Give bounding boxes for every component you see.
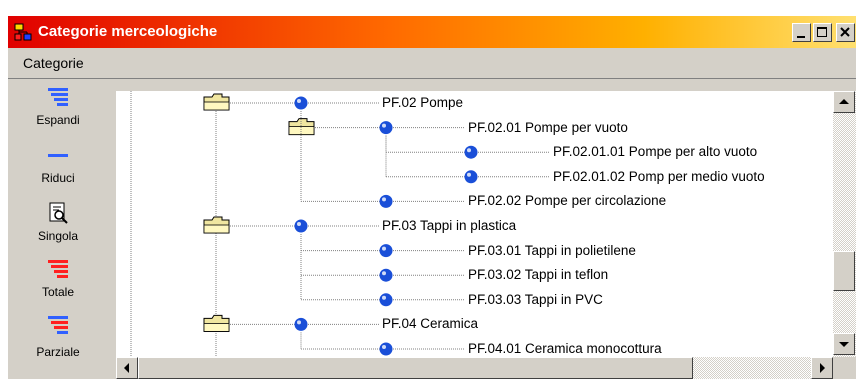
horizontal-scroll-thumb[interactable] (138, 357, 693, 379)
partial-icon (48, 316, 68, 334)
tree-node-label[interactable]: PF.04.01 Ceramica monocottura (468, 341, 662, 357)
scrollbar-corner (833, 357, 856, 379)
horizontal-scrollbar[interactable] (116, 357, 833, 379)
minimize-icon (797, 36, 805, 38)
node-ball-highlight (382, 246, 386, 251)
total-button[interactable]: Totale (8, 259, 108, 309)
node-ball-icon[interactable] (464, 145, 478, 159)
node-ball-icon[interactable] (379, 194, 393, 208)
node-ball-icon[interactable] (379, 342, 393, 356)
arrow-down-icon (839, 342, 849, 347)
arrow-left-icon (124, 363, 129, 373)
total-label: Totale (41, 285, 75, 299)
maximize-button[interactable] (813, 23, 832, 42)
window-title: Categorie merceologiche (38, 23, 218, 40)
single-view-button[interactable]: Singola (8, 201, 108, 251)
node-ball-highlight (382, 295, 386, 300)
close-icon (840, 27, 850, 37)
node-ball-highlight (382, 271, 386, 276)
tree-node-label[interactable]: PF.04 Ceramica (382, 316, 478, 332)
node-ball-highlight (467, 172, 471, 177)
tree-node-label[interactable]: PF.03.02 Tappi in teflon (468, 267, 608, 283)
menu-bar: Categorie (8, 50, 856, 79)
folder-icon[interactable] (203, 216, 230, 234)
node-ball-highlight (467, 148, 471, 153)
arrow-up-icon (839, 99, 849, 104)
node-ball-highlight (297, 99, 301, 103)
expand-icon (48, 88, 68, 106)
single-view-icon (49, 202, 68, 224)
arrow-right-icon (820, 363, 825, 373)
tree-node-label[interactable]: PF.02.01.01 Pompe per alto vuoto (553, 144, 757, 160)
folder-icon[interactable] (203, 314, 230, 332)
partial-label: Parziale (36, 345, 80, 359)
single-view-label: Singola (37, 229, 79, 243)
expand-button[interactable]: Espandi (8, 87, 108, 137)
maximize-icon (817, 27, 827, 37)
tree-node-label[interactable]: PF.02.01 Pompe per vuoto (468, 120, 628, 136)
tree-node-label[interactable]: PF.02.01.02 Pomp per medio vuoto (553, 169, 765, 185)
node-ball-highlight (297, 222, 301, 226)
total-icon (48, 260, 68, 278)
category-tree[interactable]: PF.02 Pompe PF.02.01 Pompe per vuoto PF.02… (116, 91, 833, 357)
collapse-icon (48, 154, 68, 157)
node-ball-icon[interactable] (379, 121, 393, 135)
vertical-scrollbar[interactable] (833, 91, 856, 357)
tree-node-label[interactable]: PF.03 Tappi in plastica (382, 218, 516, 234)
close-button[interactable] (836, 23, 855, 42)
tree-node-label[interactable]: PF.03.01 Tappi in polietilene (468, 243, 636, 259)
scroll-left-button[interactable] (116, 357, 138, 379)
partial-button[interactable]: Parziale (8, 315, 108, 375)
expand-label: Espandi (36, 113, 80, 127)
folder-icon[interactable] (203, 93, 230, 111)
node-ball-highlight (382, 345, 386, 349)
node-ball-highlight (382, 123, 386, 128)
node-ball-icon[interactable] (379, 268, 393, 282)
scroll-down-button[interactable] (833, 333, 855, 355)
scroll-right-button[interactable] (811, 357, 833, 379)
node-ball-icon[interactable] (294, 96, 308, 110)
node-ball-icon[interactable] (379, 293, 393, 307)
node-ball-highlight (297, 320, 301, 325)
main-window: Categorie merceologiche Categorie Espand… (8, 16, 856, 379)
minimize-button[interactable] (792, 23, 811, 42)
collapse-label: Riduci (41, 171, 75, 185)
vertical-scroll-thumb[interactable] (833, 251, 855, 291)
node-ball-icon[interactable] (379, 244, 393, 258)
tree-node-label[interactable]: PF.03.03 Tappi in PVC (468, 292, 603, 308)
node-ball-icon[interactable] (464, 170, 478, 184)
tree-node-label[interactable]: PF.02.02 Pompe per circolazione (468, 193, 666, 209)
title-bar[interactable]: Categorie merceologiche (8, 16, 856, 48)
collapse-button[interactable]: Riduci (8, 145, 108, 195)
scroll-up-button[interactable] (833, 91, 855, 113)
menu-categorie[interactable]: Categorie (23, 55, 84, 71)
node-ball-icon[interactable] (294, 317, 308, 331)
left-toolbar: Espandi Riduci Singola Totale Parziale (8, 79, 108, 379)
node-ball-icon[interactable] (294, 219, 308, 233)
tree-node-label[interactable]: PF.02 Pompe (382, 95, 463, 111)
node-ball-highlight (382, 197, 386, 202)
app-tree-icon (14, 23, 32, 41)
